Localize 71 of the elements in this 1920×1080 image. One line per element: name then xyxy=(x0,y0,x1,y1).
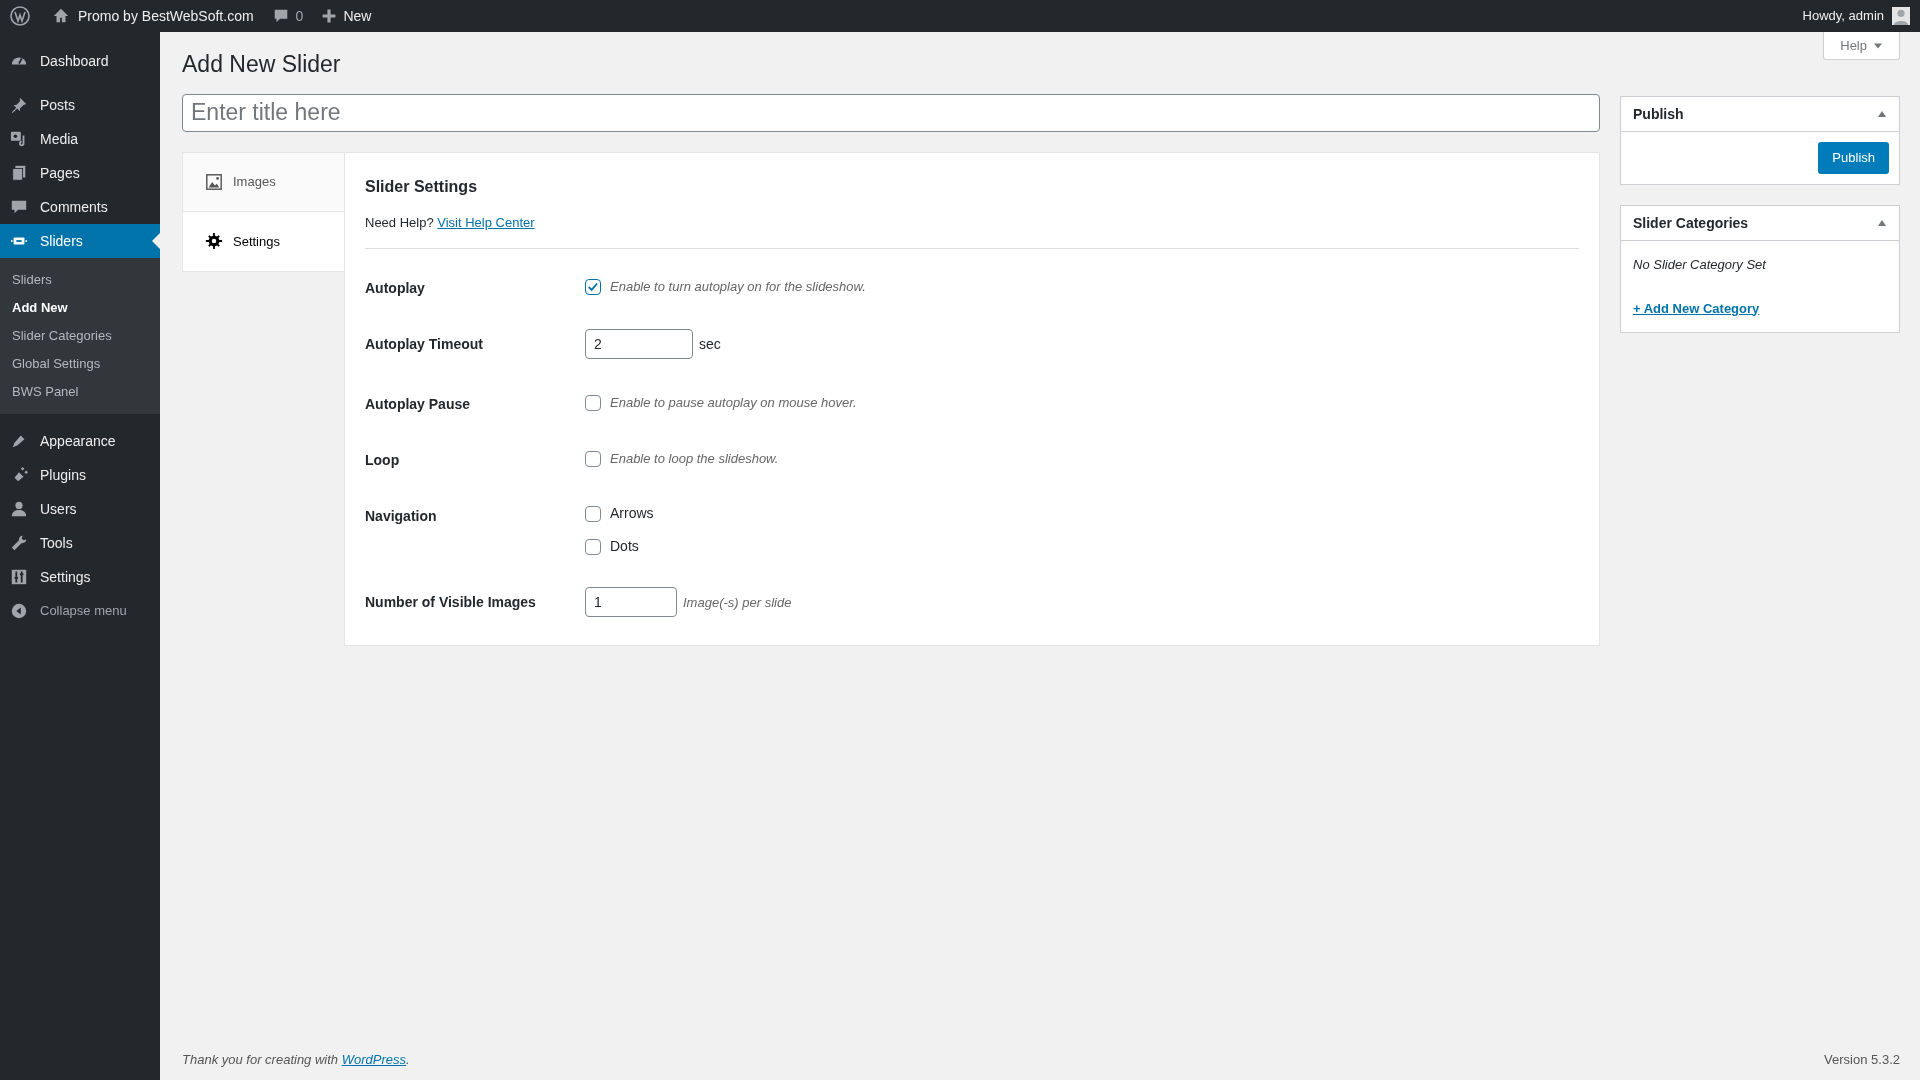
sliders-settings-icon xyxy=(10,568,28,586)
new-content-link[interactable]: New xyxy=(321,5,372,27)
account-menu[interactable]: Howdy, admin xyxy=(1802,6,1910,26)
sidebar-menu-item[interactable]: Tools xyxy=(0,526,160,560)
checkbox[interactable] xyxy=(585,451,601,468)
home-icon xyxy=(52,7,70,25)
option-label: Arrows xyxy=(610,504,654,524)
submenu-item[interactable]: Global Settings xyxy=(0,350,160,378)
wrench-icon xyxy=(10,534,28,552)
title-field[interactable]: Enter title here xyxy=(182,93,1600,132)
collapse-triangle-icon xyxy=(1877,109,1887,119)
empty-message: No Slider Category Set xyxy=(1633,256,1768,274)
submenu-item[interactable]: BWS Panel xyxy=(0,378,160,406)
collapse-triangle-icon xyxy=(1877,218,1887,228)
field-description: Enable to pause autoplay on mouse hover. xyxy=(610,394,857,413)
field-label: Navigation xyxy=(365,507,438,527)
gear-icon xyxy=(205,232,223,251)
sidebar-menu-item[interactable]: Plugins xyxy=(0,458,160,492)
sidebar-menu-item[interactable]: Appearance xyxy=(0,424,160,458)
submenu-item[interactable]: Add New xyxy=(0,294,160,322)
current-menu-arrow-icon xyxy=(152,233,160,249)
footer-text: Thank you for creating with WordPress. xyxy=(182,1051,410,1070)
add-category-link[interactable]: + Add New Category xyxy=(1633,298,1887,318)
image-icon xyxy=(205,172,223,191)
version-text: Version 5.3.2 xyxy=(1824,1051,1900,1070)
user-avatar-icon xyxy=(1892,7,1910,25)
sidebar-menu-item[interactable]: Media xyxy=(0,122,160,156)
help-text: Need Help? xyxy=(365,214,435,230)
sidebar-menu-item[interactable]: Posts xyxy=(0,88,160,122)
box-title: Slider Categories xyxy=(1633,213,1749,233)
submenu-item[interactable]: Sliders xyxy=(0,266,160,294)
page-title: Add New Slider xyxy=(182,50,342,79)
sidebar-menu-item[interactable]: Dashboard xyxy=(0,44,160,78)
checkbox[interactable] xyxy=(585,538,601,555)
wordpress-link[interactable]: WordPress xyxy=(341,1052,406,1068)
sidebar-menu-item[interactable]: Settings xyxy=(0,560,160,594)
field-description: Enable to turn autoplay on for the slideshow. xyxy=(610,278,866,297)
wordpress-logo-icon xyxy=(10,6,30,26)
number-field[interactable]: 2 xyxy=(585,329,693,360)
field-label: Autoplay Pause xyxy=(365,395,472,415)
section-heading: Slider Settings xyxy=(365,176,479,197)
help-button[interactable]: Help xyxy=(1823,32,1900,60)
field-label: Number of Visible Images xyxy=(365,593,537,613)
field-label: Loop xyxy=(365,451,401,471)
sidebar-menu-item[interactable]: Pages xyxy=(0,156,160,190)
site-name-link[interactable]: Promo by BestWebSoft.com xyxy=(52,5,254,27)
field-description: Enable to loop the slideshow. xyxy=(610,450,779,469)
number-field[interactable]: 1 xyxy=(585,587,677,618)
comments-link[interactable]: 0 xyxy=(271,5,304,27)
user-icon xyxy=(10,500,28,518)
unit-label: sec xyxy=(699,334,721,354)
checkbox[interactable] xyxy=(585,279,601,296)
field-description: Image(-s) per slide xyxy=(683,593,792,612)
help-center-link[interactable]: Visit Help Center xyxy=(437,214,535,230)
pages-icon xyxy=(10,164,28,182)
plus-icon xyxy=(321,8,338,24)
submenu-item[interactable]: Slider Categories xyxy=(0,322,160,350)
sidebar-menu-item[interactable]: Comments xyxy=(0,190,160,224)
sidebar-menu-item[interactable]: Users xyxy=(0,492,160,526)
pin-icon xyxy=(10,96,28,114)
checkbox[interactable] xyxy=(585,505,601,522)
field-label: Autoplay Timeout xyxy=(365,335,484,355)
publish-button[interactable]: Publish xyxy=(1818,142,1889,174)
option-label: Dots xyxy=(610,537,639,557)
tab[interactable]: Settings xyxy=(183,211,345,271)
sidebar-menu-item[interactable]: Sliders xyxy=(0,224,160,258)
box-title: Publish xyxy=(1633,104,1684,124)
field-label: Autoplay xyxy=(365,279,426,299)
collapse-menu-button[interactable]: Collapse menu xyxy=(0,594,160,628)
left-arrow-circle-icon xyxy=(10,602,28,620)
checkbox[interactable] xyxy=(585,395,601,412)
